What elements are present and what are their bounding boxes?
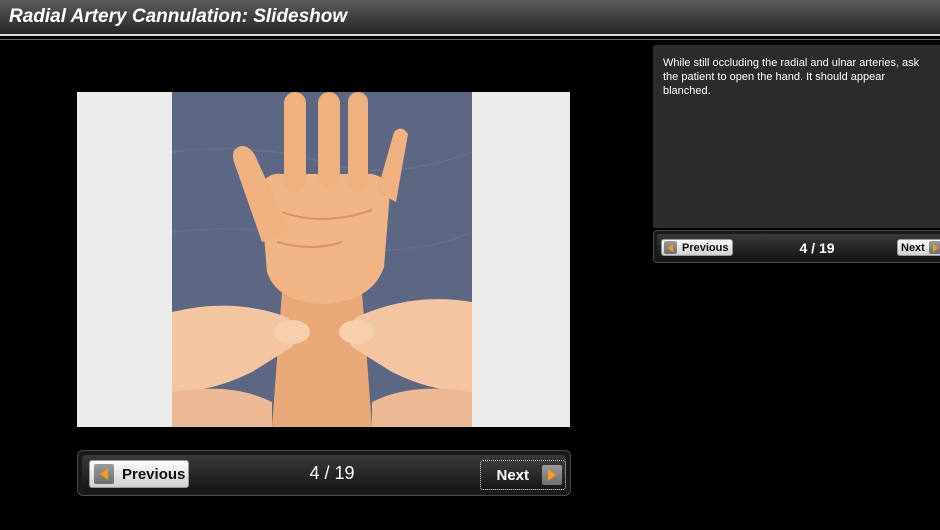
next-button-small[interactable]: Next bbox=[897, 239, 940, 256]
previous-button-small[interactable]: Previous bbox=[661, 239, 733, 256]
next-button-label: Next bbox=[496, 466, 529, 484]
previous-button-small-label: Previous bbox=[682, 241, 729, 254]
hand-photo-illustration bbox=[172, 92, 472, 427]
slide-navigation-side: Previous 4 / 19 Next bbox=[653, 230, 940, 263]
slide-counter: 4 / 19 bbox=[309, 463, 355, 483]
arrow-left-icon bbox=[94, 464, 114, 484]
slide-photo bbox=[172, 92, 472, 427]
previous-button-label: Previous bbox=[122, 465, 186, 483]
slide-caption: While still occluding the radial and uln… bbox=[663, 57, 920, 97]
header-divider bbox=[0, 39, 940, 40]
arrow-right-icon bbox=[928, 241, 940, 254]
next-button[interactable]: Next bbox=[480, 460, 566, 490]
arrow-left-icon bbox=[664, 241, 677, 254]
previous-button[interactable]: Previous bbox=[89, 460, 189, 488]
page-title: Radial Artery Cannulation: Slideshow bbox=[9, 6, 348, 27]
slide-navigation-side-inner: Previous 4 / 19 Next bbox=[657, 234, 940, 259]
arrow-right-icon bbox=[542, 465, 562, 485]
slide-image-frame bbox=[77, 92, 570, 427]
slide-navigation-main: Previous 4 / 19 Next bbox=[77, 450, 571, 496]
slide-counter-small: 4 / 19 bbox=[799, 240, 835, 256]
title-bar: Radial Artery Cannulation: Slideshow bbox=[0, 0, 940, 36]
caption-panel: While still occluding the radial and uln… bbox=[653, 45, 940, 228]
slide-navigation-main-inner: Previous 4 / 19 Next bbox=[82, 455, 566, 491]
next-button-small-label: Next bbox=[901, 241, 925, 254]
